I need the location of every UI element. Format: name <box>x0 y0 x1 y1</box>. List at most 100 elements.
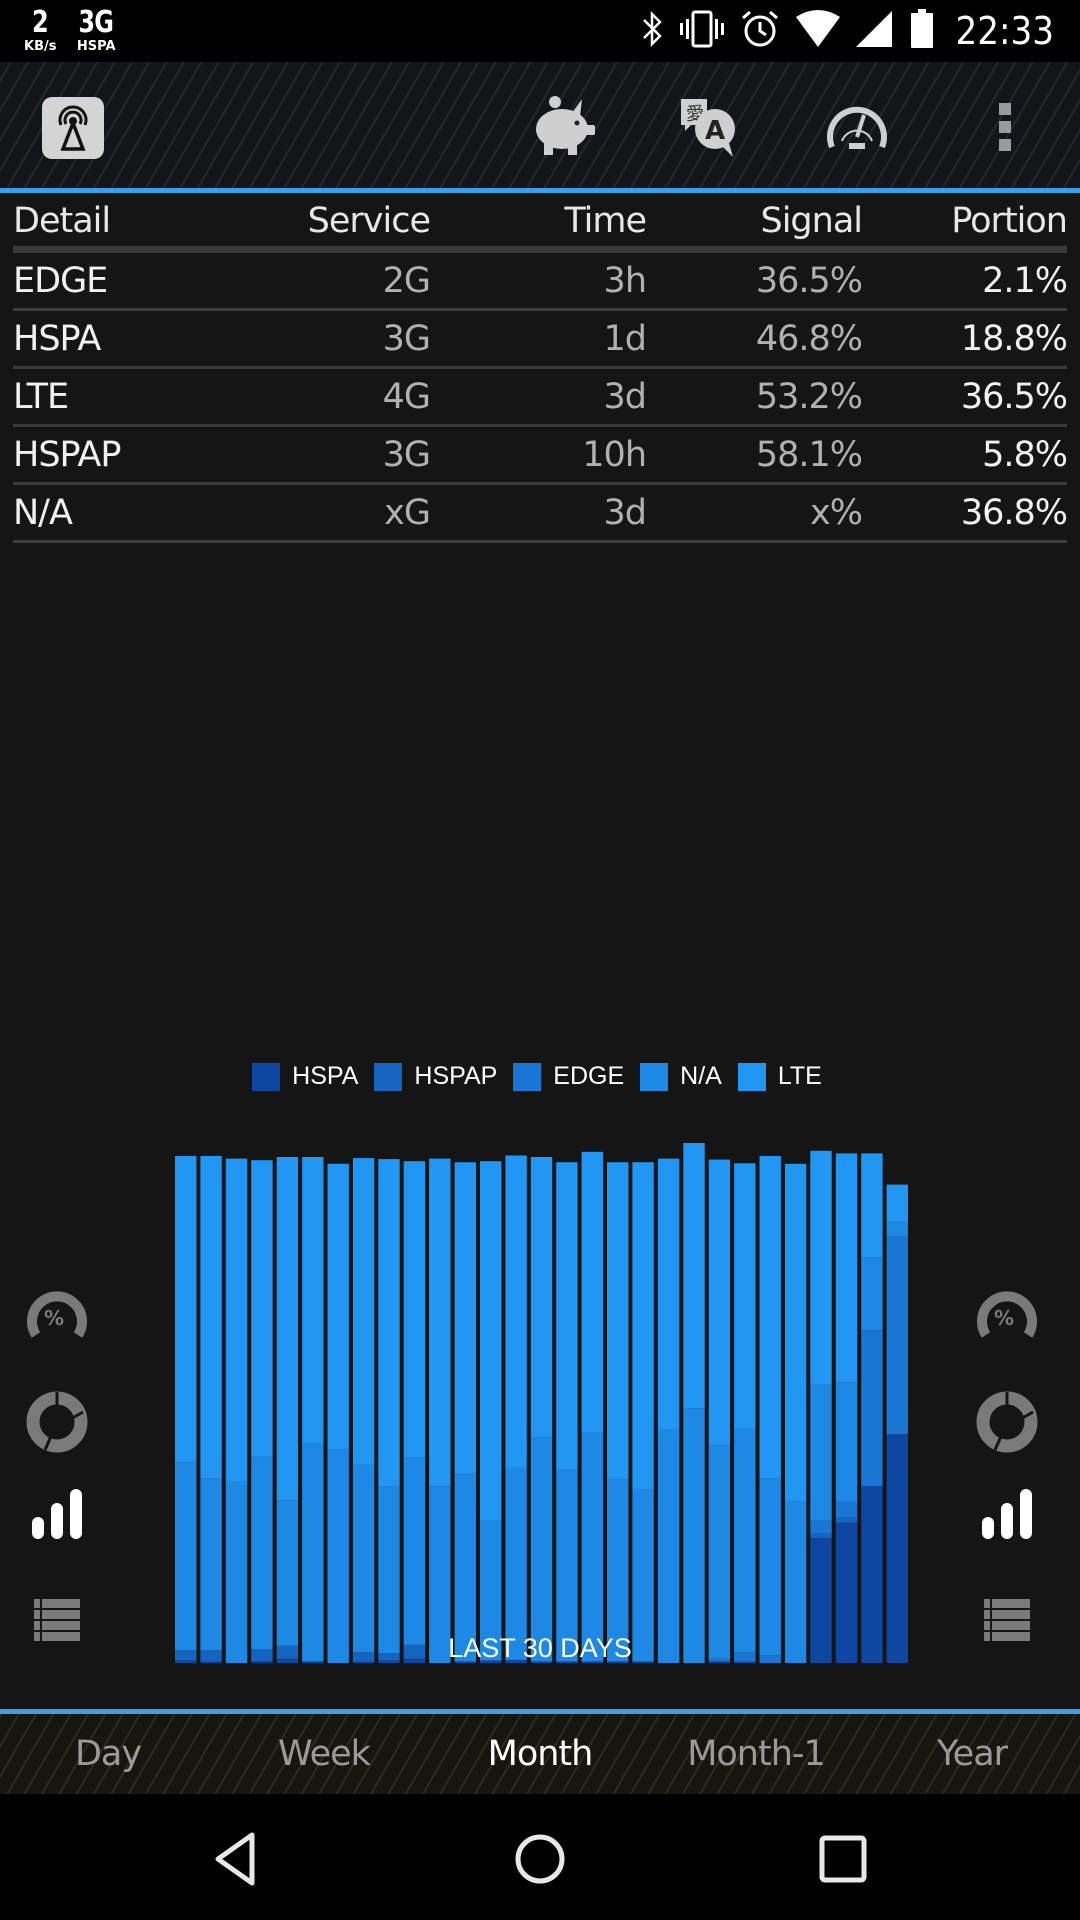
cell-signal: 46.8% <box>755 318 863 359</box>
bar-segment-lte <box>607 1162 629 1480</box>
cell-signal: x% <box>810 492 863 533</box>
donut-chart-icon[interactable] <box>972 1387 1042 1457</box>
bar-segment-lte <box>530 1157 553 1438</box>
bar-segment-lte <box>403 1161 426 1458</box>
header-detail[interactable]: Detail <box>13 201 229 241</box>
cell-portion: 5.8% <box>982 434 1068 475</box>
bar-segment-edge <box>886 1236 908 1435</box>
svg-text:%: % <box>44 1306 64 1330</box>
bar-segment-na <box>175 1462 197 1650</box>
bar-day-12 <box>454 1162 476 1663</box>
bar-segment-na <box>327 1449 349 1663</box>
bar-segment-na <box>505 1467 527 1660</box>
speed-unit: KB/s <box>24 39 57 54</box>
bar-day-27 <box>835 1153 858 1663</box>
legend-swatch <box>640 1062 669 1091</box>
bar-segment-lte <box>225 1158 248 1481</box>
cell-portion: 36.8% <box>960 492 1068 533</box>
cell-portion: 36.5% <box>960 376 1068 417</box>
bar-segment-na <box>302 1443 324 1662</box>
bar-segment-na <box>734 1428 756 1653</box>
percent-gauge-icon[interactable]: % <box>972 1280 1042 1350</box>
bar-segment-lte <box>505 1155 527 1468</box>
bar-chart-icon[interactable] <box>22 1480 92 1550</box>
recents-icon[interactable] <box>808 1824 878 1894</box>
legend-item-hspap: HSPAP <box>374 1062 497 1091</box>
cell-service: 3G <box>382 434 431 475</box>
bar-day-11 <box>429 1158 451 1663</box>
bar-segment-na <box>886 1221 908 1237</box>
table-row[interactable]: HSPAP 3G 10h 58.1% 5.8% <box>13 427 1068 485</box>
table-row[interactable]: N/A xG 3d x% 36.8% <box>13 485 1068 543</box>
bar-segment-na <box>835 1382 858 1502</box>
header-time[interactable]: Time <box>430 201 647 241</box>
legend-label: HSPA <box>292 1062 359 1090</box>
header-signal[interactable]: Signal <box>646 201 863 241</box>
bar-segment-hspap <box>810 1533 832 1539</box>
tab-week[interactable]: Week <box>216 1714 432 1794</box>
bar-segment-edge <box>835 1501 858 1518</box>
bar-segment-na <box>378 1486 400 1654</box>
bar-segment-na <box>352 1464 375 1653</box>
bar-segment-lte <box>886 1184 908 1221</box>
table-row[interactable]: LTE 4G 3d 53.2% 36.5% <box>13 369 1068 427</box>
bar-segment-na <box>403 1457 426 1645</box>
bar-day-2 <box>200 1156 222 1663</box>
header-service[interactable]: Service <box>229 201 431 241</box>
table-row[interactable]: HSPA 3G 1d 46.8% 18.8% <box>13 311 1068 369</box>
bar-day-4 <box>251 1160 273 1663</box>
legend-label: LTE <box>777 1062 822 1090</box>
bar-chart-icon[interactable] <box>972 1480 1042 1550</box>
bar-day-19 <box>632 1162 654 1663</box>
chart-caption: LAST 30 DAYS <box>448 1633 632 1663</box>
table-header: Detail Service Time Signal Portion <box>13 195 1068 253</box>
list-icon[interactable] <box>972 1585 1042 1655</box>
bar-segment-lte <box>708 1159 731 1446</box>
legend-item-hspa: HSPA <box>252 1062 358 1091</box>
cell-detail: EDGE <box>13 260 108 301</box>
table-row[interactable]: EDGE 2G 3h 36.5% 2.1% <box>13 253 1068 311</box>
cell-time: 1d <box>603 318 648 359</box>
bar-segment-lte <box>276 1157 299 1501</box>
tab-day[interactable]: Day <box>0 1714 216 1794</box>
legend-item-edge: EDGE <box>513 1062 624 1091</box>
bar-segment-lte <box>759 1156 781 1479</box>
cell-time: 3d <box>603 492 648 533</box>
bar-day-26 <box>810 1150 832 1663</box>
donut-chart-icon[interactable] <box>22 1387 92 1457</box>
cell-tower-icon[interactable] <box>42 97 104 159</box>
header-portion[interactable]: Portion <box>862 201 1068 241</box>
bar-day-8 <box>352 1158 375 1663</box>
home-icon[interactable] <box>505 1824 575 1894</box>
navigation-bar <box>0 1794 1080 1920</box>
bar-segment-na <box>657 1429 680 1663</box>
cell-detail: LTE <box>13 376 69 417</box>
bar-day-3 <box>225 1158 248 1663</box>
network-subtype: HSPA <box>76 39 116 54</box>
overflow-menu-icon[interactable] <box>970 94 1040 160</box>
bar-segment-lte <box>200 1156 222 1479</box>
cell-signal: 58.1% <box>755 434 863 475</box>
bar-day-1 <box>175 1156 197 1663</box>
translate-icon[interactable]: 愛 A <box>675 94 745 160</box>
tab-month[interactable]: Month <box>432 1714 648 1794</box>
piggy-bank-icon[interactable] <box>528 94 598 160</box>
bar-segment-lte <box>480 1161 502 1520</box>
tab-year[interactable]: Year <box>864 1714 1080 1794</box>
network-type-value: 3G <box>78 5 115 40</box>
speedometer-icon[interactable] <box>822 94 892 160</box>
bar-segment-lte <box>835 1153 858 1383</box>
bar-day-13 <box>480 1161 502 1663</box>
percent-gauge-icon[interactable]: % <box>22 1280 92 1350</box>
cell-signal: 36.5% <box>755 260 863 301</box>
back-icon[interactable] <box>200 1824 270 1894</box>
toolbar-divider <box>0 188 1080 193</box>
bar-day-9 <box>378 1159 400 1663</box>
cell-portion: 2.1% <box>982 260 1068 301</box>
bar-segment-edge <box>810 1520 832 1533</box>
bar-segment-na <box>276 1500 299 1646</box>
bar-segment-lte <box>810 1150 832 1385</box>
list-icon[interactable] <box>22 1585 92 1655</box>
tab-month-1[interactable]: Month-1 <box>648 1714 864 1794</box>
bar-segment-lte <box>378 1159 400 1487</box>
